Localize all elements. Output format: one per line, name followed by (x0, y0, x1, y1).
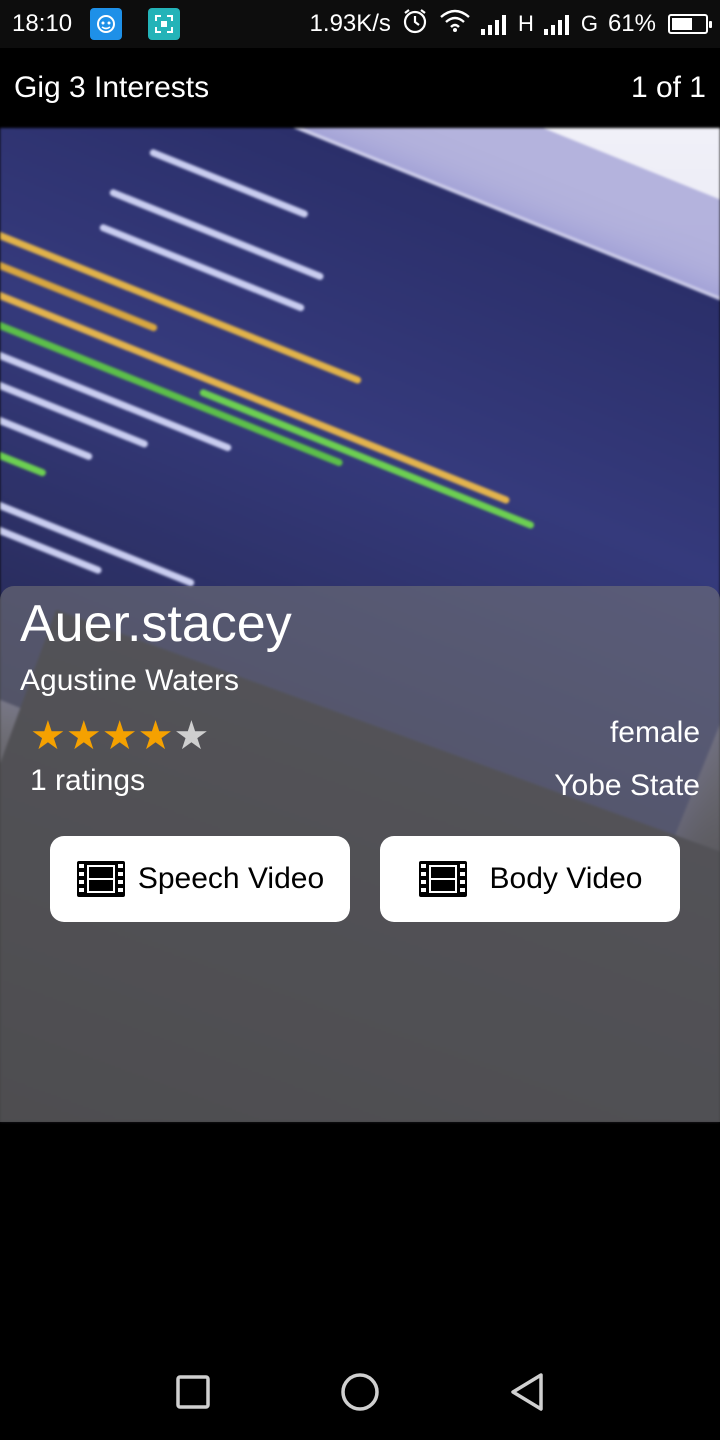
body-video-label: Body Video (489, 862, 643, 895)
circle-icon (341, 1373, 379, 1411)
profile-username: Auer.stacey (20, 595, 292, 653)
network-type-2: G (580, 11, 598, 36)
network-speed: 1.93K/s (309, 10, 391, 37)
profile-full-name: Agustine Waters (20, 664, 239, 697)
alarm-icon (401, 7, 429, 42)
speech-video-label: Speech Video (137, 862, 325, 895)
star-empty-icon: ★ (173, 714, 210, 758)
profile-gender: female (609, 716, 700, 749)
status-bar: 18:10 1.93K/s H G 61% (0, 0, 720, 48)
square-icon (176, 1375, 211, 1409)
rating-stars: ★ ★ ★ ★ ★ (30, 714, 209, 758)
body-video-button[interactable]: Body Video (380, 836, 680, 922)
star-filled-icon: ★ (101, 714, 138, 758)
signal-icon (480, 13, 506, 35)
film-icon (76, 860, 126, 898)
star-filled-icon: ★ (30, 714, 66, 758)
status-right: 1.93K/s H G 61% (309, 7, 712, 42)
film-icon (418, 860, 468, 898)
status-left: 18:10 (12, 8, 181, 40)
home-button[interactable] (330, 1362, 390, 1422)
recent-apps-button[interactable] (163, 1362, 223, 1422)
star-filled-icon: ★ (65, 714, 102, 758)
speech-video-button[interactable]: Speech Video (50, 836, 350, 922)
network-type-1: H (517, 11, 534, 36)
profile-location: Yobe State (554, 769, 700, 802)
triangle-back-icon (510, 1373, 543, 1411)
profile-card: Auer.stacey Agustine Waters ★ ★ ★ ★ ★ 1 rati… (0, 586, 720, 1122)
battery-fill (672, 18, 692, 30)
signal-icon-2 (543, 13, 569, 35)
app-bar: Gig 3 Interests 1 of 1 (0, 48, 720, 128)
star-filled-icon: ★ (137, 714, 174, 758)
page-counter: 1 of 1 (630, 71, 706, 104)
battery-percent: 61% (607, 10, 656, 37)
system-nav-bar (0, 1344, 720, 1440)
status-time: 18:10 (12, 10, 73, 37)
screenshot-app-icon (148, 8, 181, 40)
back-button[interactable] (497, 1362, 557, 1422)
assistant-app-icon (90, 8, 123, 40)
wifi-icon (439, 9, 471, 40)
battery-icon (668, 14, 712, 34)
page-title: Gig 3 Interests (14, 71, 210, 104)
ratings-count: 1 ratings (30, 764, 146, 797)
